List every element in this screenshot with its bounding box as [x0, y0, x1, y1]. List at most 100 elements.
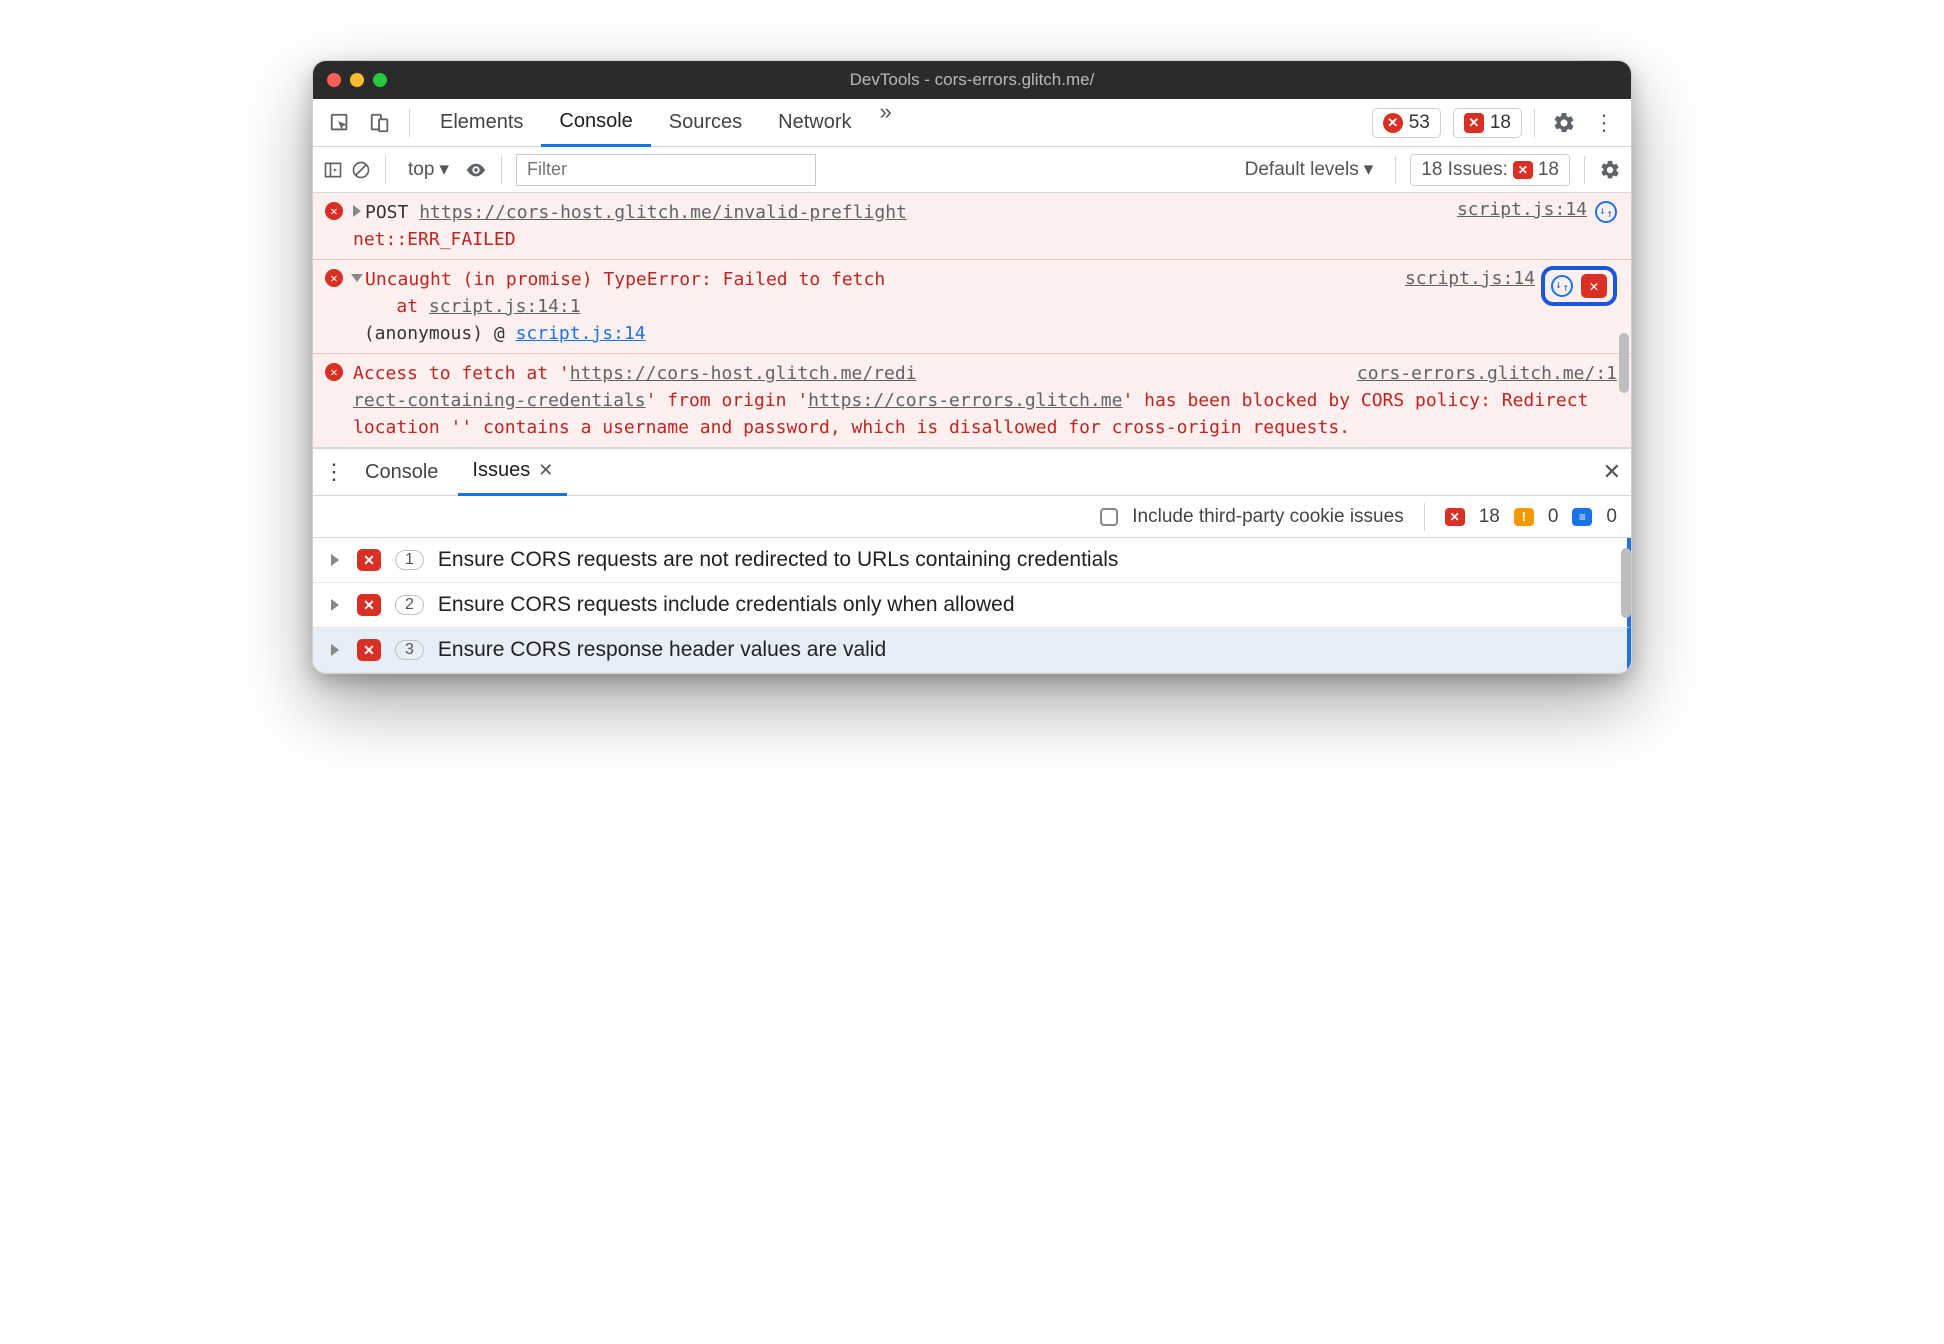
- source-link[interactable]: cors-errors.glitch.me/:1: [1345, 360, 1617, 387]
- devtools-window: DevTools - cors-errors.glitch.me/ Elemen…: [312, 60, 1632, 674]
- console-settings-icon[interactable]: [1599, 159, 1621, 181]
- separator: [385, 156, 386, 184]
- error-count-badge[interactable]: ✕ 53: [1372, 108, 1441, 138]
- context-label: top: [408, 159, 434, 181]
- error-icon: ✕: [325, 363, 343, 381]
- request-method: POST: [365, 202, 408, 223]
- tab-sources[interactable]: Sources: [651, 99, 760, 147]
- collapse-icon[interactable]: [351, 274, 363, 282]
- expand-icon[interactable]: [331, 599, 339, 611]
- drawer-close-icon[interactable]: ✕: [1603, 459, 1621, 485]
- source-link[interactable]: script.js:14: [1445, 199, 1587, 253]
- issue-count: 18: [1490, 112, 1511, 134]
- issue-warning-count: 0: [1548, 506, 1559, 528]
- clear-console-icon[interactable]: [351, 160, 371, 180]
- error-text: Uncaught (in promise) TypeError: Failed …: [365, 269, 885, 290]
- drawer-tabbar: ⋮ Console Issues ✕ ✕: [313, 448, 1631, 496]
- drawer-tab-issues[interactable]: Issues ✕: [458, 448, 567, 496]
- issues-list: ✕ 1 Ensure CORS requests are not redirec…: [313, 538, 1631, 673]
- titlebar: DevTools - cors-errors.glitch.me/: [313, 61, 1631, 99]
- issue-row[interactable]: ✕ 3 Ensure CORS response header values a…: [313, 628, 1631, 673]
- separator: [1424, 503, 1425, 531]
- console-error-row[interactable]: ✕ cors-errors.glitch.me/:1 Access to fet…: [313, 354, 1631, 448]
- inspect-icon[interactable]: [323, 106, 357, 140]
- cors-text-1: Access to fetch at ': [353, 363, 570, 384]
- error-icon: ✕: [325, 202, 343, 220]
- cors-url-1b[interactable]: rect-containing-credentials: [353, 390, 646, 411]
- issue-error-count: 18: [1479, 506, 1500, 528]
- sidebar-toggle-icon[interactable]: [323, 160, 343, 180]
- scrollbar-thumb[interactable]: [1619, 333, 1629, 393]
- chevron-down-icon: ▾: [439, 158, 449, 181]
- scrollbar-thumb[interactable]: [1621, 548, 1631, 618]
- issue-warning-icon: !: [1514, 508, 1534, 526]
- kebab-menu-icon[interactable]: ⋮: [1587, 106, 1621, 140]
- issue-icon[interactable]: ✕: [1581, 274, 1607, 298]
- stack-at: at: [396, 296, 429, 317]
- console-error-row[interactable]: ✕ Uncaught (in promise) TypeError: Faile…: [313, 260, 1631, 354]
- close-tab-icon[interactable]: ✕: [538, 460, 553, 481]
- more-tabs-button[interactable]: »: [870, 99, 902, 147]
- stack-anonymous: (anonymous) @: [364, 323, 505, 344]
- console-toolbar: top ▾ Default levels ▾ 18 Issues: ✕ 18: [313, 147, 1631, 193]
- console-error-row[interactable]: ✕ POST https://cors-host.glitch.me/inval…: [313, 193, 1631, 260]
- maximize-window-button[interactable]: [373, 73, 387, 87]
- error-count: 53: [1409, 112, 1430, 134]
- issue-icon: ✕: [357, 594, 381, 616]
- expand-icon[interactable]: [353, 205, 361, 217]
- issues-filter-button[interactable]: 18 Issues: ✕ 18: [1410, 154, 1570, 186]
- issue-row[interactable]: ✕ 2 Ensure CORS requests include credent…: [313, 583, 1631, 628]
- device-toggle-icon[interactable]: [363, 106, 397, 140]
- expand-icon[interactable]: [331, 554, 339, 566]
- cors-url-2[interactable]: https://cors-errors.glitch.me: [808, 390, 1122, 411]
- issues-count-badge[interactable]: ✕ 18: [1453, 108, 1522, 138]
- filter-input[interactable]: [516, 154, 816, 186]
- issue-icon: ✕: [357, 549, 381, 571]
- network-icon[interactable]: [1551, 275, 1573, 297]
- issue-title: Ensure CORS requests are not redirected …: [438, 548, 1119, 572]
- include-third-party-checkbox[interactable]: [1100, 508, 1118, 526]
- issue-count-pill: 2: [395, 595, 424, 615]
- close-window-button[interactable]: [327, 73, 341, 87]
- issue-icon: ✕: [1513, 161, 1533, 179]
- drawer-kebab-icon[interactable]: ⋮: [323, 459, 345, 485]
- stack-location[interactable]: script.js:14:1: [429, 296, 581, 317]
- tab-elements[interactable]: Elements: [422, 99, 541, 147]
- separator: [1584, 156, 1585, 184]
- window-controls: [327, 73, 387, 87]
- main-toolbar: Elements Console Sources Network » ✕ 53 …: [313, 99, 1631, 147]
- window-title: DevTools - cors-errors.glitch.me/: [313, 70, 1631, 90]
- error-icon: ✕: [1383, 113, 1403, 133]
- issues-count: 18: [1538, 159, 1559, 181]
- issue-icon: ✕: [1464, 113, 1484, 133]
- issue-row[interactable]: ✕ 1 Ensure CORS requests are not redirec…: [313, 538, 1631, 583]
- tab-network[interactable]: Network: [760, 99, 869, 147]
- live-expression-icon[interactable]: [465, 159, 487, 181]
- cors-url-1a[interactable]: https://cors-host.glitch.me/redi: [570, 363, 917, 384]
- minimize-window-button[interactable]: [350, 73, 364, 87]
- request-url[interactable]: https://cors-host.glitch.me/invalid-pref…: [419, 202, 907, 223]
- drawer-tab-console-label: Console: [365, 461, 438, 484]
- source-link[interactable]: script.js:14: [1393, 266, 1535, 289]
- issue-error-icon: ✕: [1445, 508, 1465, 526]
- stack-link[interactable]: script.js:14: [516, 323, 646, 344]
- issue-info-icon: ≡: [1572, 508, 1592, 526]
- expand-icon[interactable]: [331, 644, 339, 656]
- issue-title: Ensure CORS response header values are v…: [438, 638, 886, 662]
- log-levels-selector[interactable]: Default levels ▾: [1237, 158, 1382, 181]
- chevron-down-icon: ▾: [1364, 158, 1374, 181]
- levels-label: Default levels: [1245, 159, 1359, 181]
- panel-tabs: Elements Console Sources Network »: [422, 99, 902, 147]
- settings-icon[interactable]: [1547, 106, 1581, 140]
- drawer-tab-console[interactable]: Console: [351, 448, 452, 496]
- error-status: net::ERR_FAILED: [353, 229, 516, 250]
- separator: [501, 156, 502, 184]
- tab-console[interactable]: Console: [541, 99, 650, 147]
- issues-label: 18 Issues:: [1421, 159, 1508, 181]
- include-third-party-label: Include third-party cookie issues: [1132, 506, 1403, 528]
- separator: [1395, 156, 1396, 184]
- issue-count-pill: 1: [395, 550, 424, 570]
- context-selector[interactable]: top ▾: [400, 158, 457, 181]
- network-icon[interactable]: [1595, 201, 1617, 223]
- separator: [409, 109, 410, 137]
